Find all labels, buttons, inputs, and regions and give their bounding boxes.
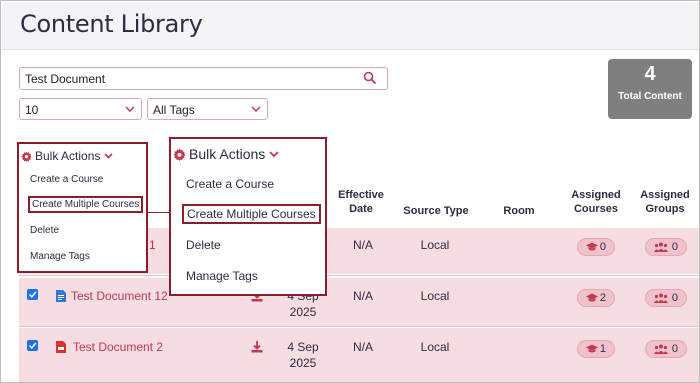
source-type-cell: Local <box>420 289 450 303</box>
row-checkbox[interactable] <box>27 340 38 351</box>
graduation-cap-icon <box>586 242 598 251</box>
source-type-cell: Local <box>420 238 450 252</box>
assigned-courses-badge[interactable]: 0 <box>577 238 615 256</box>
total-content-card: 4 Total Content <box>608 59 692 119</box>
document-name-link[interactable]: Test Document 2 <box>73 340 163 354</box>
menu-item-manage-tags[interactable]: Manage Tags <box>186 269 258 283</box>
menu-item-create-multiple-courses[interactable]: Create Multiple Courses <box>182 204 321 224</box>
date-cell: 4 Sep 2025 <box>283 339 323 371</box>
assigned-courses-count: 1 <box>599 343 606 355</box>
effective-date-cell: N/A <box>352 340 373 354</box>
assigned-courses-badge[interactable]: 2 <box>577 289 615 307</box>
group-icon <box>654 242 668 252</box>
assigned-groups-badge[interactable]: 0 <box>645 340 687 358</box>
bulk-actions-menu: Bulk Actions Create a Course Create Mult… <box>17 142 148 273</box>
search-icon[interactable] <box>363 71 377 85</box>
effective-date-cell: N/A <box>352 238 373 252</box>
download-icon[interactable] <box>251 341 263 353</box>
bulk-actions-label: Bulk Actions <box>35 149 101 163</box>
column-header-room[interactable]: Room <box>491 204 547 218</box>
chevron-down-icon <box>269 151 279 158</box>
chevron-down-icon <box>104 153 113 159</box>
menu-item-delete[interactable]: Delete <box>30 225 59 236</box>
chevron-down-icon <box>251 106 261 113</box>
bulk-actions-label: Bulk Actions <box>189 146 266 162</box>
row-divider <box>19 326 699 327</box>
group-icon <box>654 344 668 354</box>
page-size-select[interactable]: 10 <box>19 98 142 120</box>
date-line: 2025 <box>289 356 317 370</box>
content-library-window: Content Library Test Document 10 All Tag… <box>0 0 700 383</box>
total-content-label: Total Content <box>618 91 682 102</box>
assigned-courses-count: 0 <box>599 241 606 253</box>
graduation-cap-icon <box>586 344 598 353</box>
search-input[interactable]: Test Document <box>19 67 388 90</box>
pdf-icon <box>56 341 66 353</box>
column-header-assigned-groups[interactable]: Assigned Groups <box>635 188 695 216</box>
chevron-down-icon <box>125 106 135 113</box>
header-line: Assigned <box>571 189 621 201</box>
search-input-value: Test Document <box>25 72 106 86</box>
document-name-link[interactable]: 1 <box>149 238 156 252</box>
source-type-cell: Local <box>420 340 450 354</box>
row-checkbox[interactable] <box>27 289 38 300</box>
header-line: Courses <box>573 203 619 215</box>
menu-item-create-course[interactable]: Create a Course <box>186 177 274 191</box>
date-line: 4 Sep <box>287 340 319 354</box>
date-line: 2025 <box>289 305 317 319</box>
bulk-actions-button[interactable]: Bulk Actions <box>173 146 279 162</box>
column-header-assigned-courses[interactable]: Assigned Courses <box>564 188 628 216</box>
menu-item-create-course[interactable]: Create a Course <box>30 174 103 185</box>
page-title: Content Library <box>20 10 203 38</box>
total-content-count: 4 <box>644 63 656 85</box>
header-line: Groups <box>645 203 685 215</box>
gear-icon <box>173 148 186 161</box>
assigned-groups-badge[interactable]: 0 <box>645 289 687 307</box>
tags-value: All Tags <box>153 103 195 117</box>
header-line: Effective <box>338 189 384 201</box>
callout-connector <box>148 212 170 213</box>
menu-item-create-multiple-courses[interactable]: Create Multiple Courses <box>28 196 144 213</box>
menu-item-delete[interactable]: Delete <box>186 238 221 252</box>
assigned-groups-count: 0 <box>671 343 678 355</box>
assigned-groups-count: 0 <box>671 241 678 253</box>
header-line: Date <box>349 203 373 215</box>
gear-icon <box>21 151 32 162</box>
bulk-actions-button[interactable]: Bulk Actions <box>21 149 113 163</box>
page-header: Content Library <box>2 2 699 50</box>
header-line: Assigned <box>640 189 690 201</box>
document-name-link[interactable]: Test Document 12 <box>71 289 168 303</box>
column-header-source-type[interactable]: Source Type <box>401 204 471 218</box>
assigned-groups-badge[interactable]: 0 <box>645 238 687 256</box>
tags-select[interactable]: All Tags <box>147 98 268 120</box>
group-icon <box>654 293 668 303</box>
bulk-actions-menu-zoomed: Bulk Actions Create a Course Create Mult… <box>169 137 327 296</box>
effective-date-cell: N/A <box>352 289 373 303</box>
assigned-groups-count: 0 <box>671 292 678 304</box>
graduation-cap-icon <box>586 293 598 302</box>
menu-item-manage-tags[interactable]: Manage Tags <box>30 251 90 262</box>
assigned-courses-badge[interactable]: 1 <box>577 340 615 358</box>
assigned-courses-count: 2 <box>599 292 606 304</box>
row-divider <box>19 275 699 276</box>
document-icon <box>56 290 66 302</box>
page-size-value: 10 <box>25 103 39 117</box>
column-header-effective-date[interactable]: Effective Date <box>331 188 391 216</box>
